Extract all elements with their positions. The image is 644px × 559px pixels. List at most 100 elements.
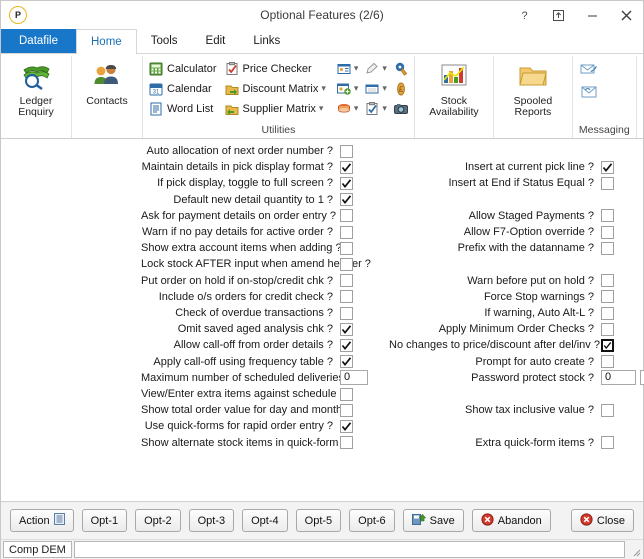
tab-datafile[interactable]: Datafile <box>1 29 76 53</box>
add-contact-button[interactable]: ▾ <box>336 80 362 97</box>
checklist-button[interactable]: ▾ <box>365 100 390 117</box>
option-checkbox[interactable] <box>340 290 353 304</box>
option-checkbox[interactable] <box>340 403 353 417</box>
chevron-down-icon[interactable]: ▾ <box>351 83 362 94</box>
option-checkbox[interactable] <box>601 225 614 239</box>
option-checkbox[interactable] <box>601 160 614 174</box>
close-button[interactable]: Close <box>570 509 634 532</box>
currency-button[interactable]: £ <box>394 80 408 97</box>
opt6-button[interactable]: Opt-6 <box>349 509 395 532</box>
option-checkbox[interactable] <box>340 419 353 433</box>
option-label: Omit saved aged analysis chk ? <box>177 323 333 336</box>
ledger-enquiry-button[interactable]: Ledger Enquiry <box>7 58 65 118</box>
option-checkbox[interactable] <box>601 306 614 320</box>
option-checkbox[interactable] <box>340 387 353 401</box>
window-button[interactable]: ▾ <box>365 80 390 97</box>
option-checkbox[interactable] <box>340 144 353 158</box>
camera-button[interactable] <box>393 100 408 117</box>
opt3-button[interactable]: Opt-3 <box>188 509 235 532</box>
option-checkbox[interactable] <box>601 209 614 223</box>
abandon-label: Abandon <box>497 514 542 527</box>
option-checkbox[interactable] <box>601 290 614 304</box>
books-button[interactable]: ▾ <box>337 100 362 117</box>
chevron-down-icon[interactable]: ▾ <box>379 103 390 114</box>
calendar-button[interactable]: 31 Calendar <box>149 80 217 97</box>
option-text-input[interactable]: 0 <box>340 370 368 386</box>
option-label: Ask for payment details on order entry ? <box>141 209 337 222</box>
option-checkbox[interactable] <box>340 193 353 207</box>
option-checkbox[interactable] <box>340 274 353 288</box>
restore-up-icon[interactable] <box>541 1 575 29</box>
option-label: Allow call-off from order details ? <box>173 339 333 352</box>
resize-grip-icon[interactable] <box>627 540 643 559</box>
discount-matrix-button[interactable]: Discount Matrix ▾ <box>225 80 329 97</box>
minimize-icon[interactable] <box>575 1 609 29</box>
chevron-down-icon[interactable]: ▾ <box>351 63 362 74</box>
option-checkbox[interactable] <box>340 306 353 320</box>
action-button[interactable]: Action <box>10 509 74 532</box>
option-checkbox[interactable] <box>601 338 614 352</box>
calculator-button[interactable]: Calculator <box>149 60 217 77</box>
ribbon-group-ledger: Ledger Enquiry <box>1 56 72 138</box>
contacts-button[interactable]: Contacts <box>78 58 136 107</box>
chevron-down-icon[interactable]: ▾ <box>379 63 390 74</box>
save-button[interactable]: Save <box>402 509 464 532</box>
option-checkbox[interactable] <box>340 436 353 450</box>
notes-button[interactable]: ▾ <box>365 60 390 77</box>
abandon-icon <box>481 512 494 529</box>
tab-edit[interactable]: Edit <box>192 29 240 53</box>
camera-icon <box>393 103 408 114</box>
password-protect-code-input[interactable]: 0 <box>601 370 636 386</box>
option-checkbox[interactable] <box>340 176 353 190</box>
option-checkbox[interactable] <box>601 274 614 288</box>
option-checkbox[interactable] <box>601 176 614 190</box>
option-checkbox[interactable] <box>340 241 353 255</box>
contact-card-button[interactable]: ▾ <box>337 60 362 77</box>
tab-links[interactable]: Links <box>239 29 294 53</box>
close-icon[interactable] <box>609 1 643 29</box>
abandon-button[interactable]: Abandon <box>471 509 551 532</box>
tab-tools[interactable]: Tools <box>137 29 192 53</box>
word-list-button[interactable]: Word List <box>149 100 217 117</box>
help-icon[interactable]: ? <box>507 1 541 29</box>
stock-availability-button[interactable]: Stock Availability <box>421 58 487 118</box>
opt5-button[interactable]: Opt-5 <box>295 509 342 532</box>
opt1-button[interactable]: Opt-1 <box>81 509 128 532</box>
option-checkbox[interactable] <box>340 225 353 239</box>
option-checkbox[interactable] <box>340 209 353 223</box>
option-checkbox[interactable] <box>601 355 614 369</box>
option-checkbox[interactable] <box>340 160 353 174</box>
opt2-button[interactable]: Opt-2 <box>135 509 181 532</box>
contact-card-icon <box>337 63 351 74</box>
save-icon <box>411 513 426 529</box>
supplier-matrix-icon <box>225 102 239 116</box>
option-checkbox[interactable] <box>601 403 614 417</box>
option-label: Apply call-off using frequency table ? <box>153 355 333 368</box>
option-checkbox[interactable] <box>601 322 614 336</box>
option-checkbox[interactable] <box>601 241 614 255</box>
password-protect-text-input[interactable] <box>640 370 644 386</box>
paint-button[interactable] <box>394 60 408 77</box>
chevron-down-icon[interactable]: ▾ <box>318 83 329 94</box>
option-label: Include o/s orders for credit check ? <box>158 290 333 303</box>
send-mail-button[interactable] <box>579 61 599 80</box>
opt6-label: Opt-6 <box>358 514 386 527</box>
price-checker-button[interactable]: Price Checker <box>225 60 329 77</box>
option-checkbox[interactable] <box>340 338 353 352</box>
option-row: Allow F7-Option override ? <box>389 225 614 239</box>
option-row: Auto allocation of next order number ? <box>141 144 353 158</box>
chevron-down-icon[interactable]: ▾ <box>316 103 327 114</box>
option-label: Insert at End if Status Equal ? <box>448 177 594 190</box>
receive-mail-button[interactable] <box>579 84 599 103</box>
tab-home[interactable]: Home <box>76 29 137 54</box>
option-checkbox[interactable] <box>340 355 353 369</box>
chevron-down-icon[interactable]: ▾ <box>379 83 390 94</box>
option-checkbox[interactable] <box>340 257 353 271</box>
supplier-matrix-button[interactable]: Supplier Matrix ▾ <box>225 100 329 117</box>
option-checkbox[interactable] <box>601 436 614 450</box>
spooled-reports-button[interactable]: Spooled Reports <box>500 58 566 118</box>
opt4-button[interactable]: Opt-4 <box>242 509 288 532</box>
ribbon-group-utilities: Calculator 31 Calendar Word List Price C… <box>143 56 415 138</box>
chevron-down-icon[interactable]: ▾ <box>351 103 362 114</box>
option-checkbox[interactable] <box>340 322 353 336</box>
